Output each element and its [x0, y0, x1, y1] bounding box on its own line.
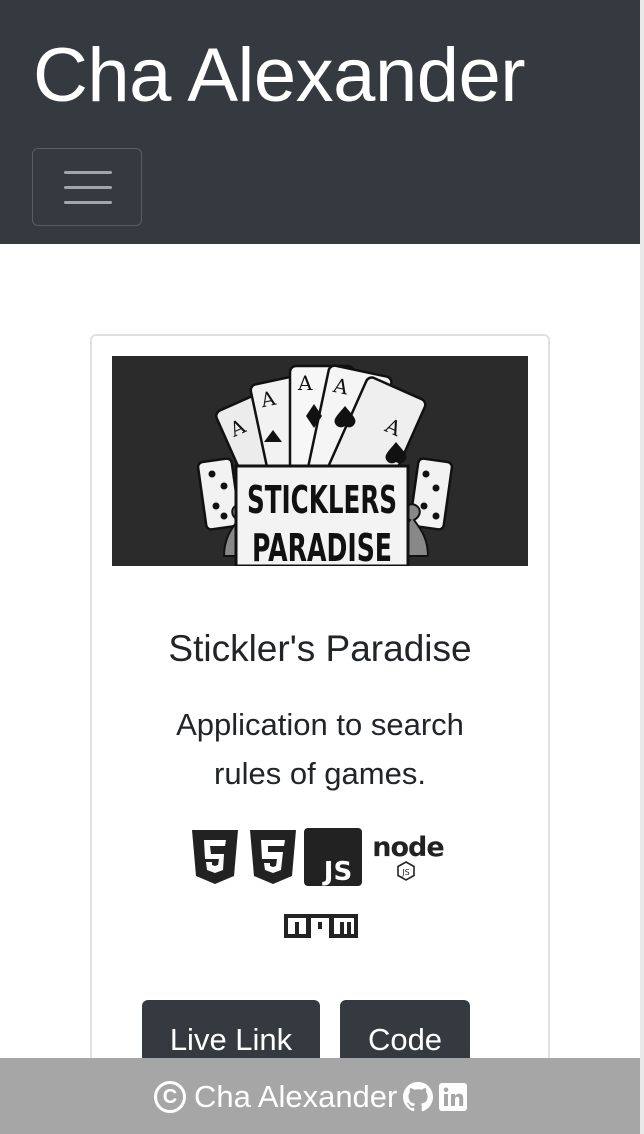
javascript-icon: JS	[304, 828, 362, 886]
svg-text:node: node	[372, 832, 443, 863]
navbar: Cha Alexander	[0, 0, 640, 244]
page: Cha Alexander A A A A A STICKLERS PARADI…	[0, 0, 644, 1134]
footer-content: C Cha Alexander	[154, 1078, 468, 1116]
logo-text-paradise: PARADISE	[252, 526, 392, 566]
svg-text:JS: JS	[401, 868, 409, 877]
navbar-toggler-button[interactable]	[32, 148, 142, 226]
linkedin-icon[interactable]	[439, 1083, 468, 1111]
navbar-brand[interactable]: Cha Alexander	[33, 30, 526, 122]
sticklers-paradise-logo: A A A A A STICKLERS PARADISE	[112, 356, 528, 566]
project-card: A A A A A STICKLERS PARADISE Stickler's …	[90, 334, 550, 1094]
github-icon[interactable]	[403, 1082, 434, 1112]
project-description: Application to search rules of games.	[176, 707, 464, 791]
nodejs-icon: node JS	[372, 832, 445, 881]
footer: C Cha Alexander	[0, 1058, 640, 1134]
tech-stack-icons: JS node JS	[92, 826, 548, 956]
html5-icon	[192, 830, 238, 884]
css3-icon	[250, 830, 296, 884]
footer-name: Cha Alexander	[194, 1079, 398, 1114]
scrollbar-track[interactable]	[640, 0, 644, 1134]
copyright-icon: C	[154, 1081, 186, 1113]
svg-text:A: A	[297, 371, 313, 395]
project-title: Stickler's Paradise	[168, 628, 472, 669]
project-image: A A A A A STICKLERS PARADISE	[112, 356, 528, 566]
logo-text-sticklers: STICKLERS	[247, 478, 397, 522]
svg-text:JS: JS	[322, 857, 352, 886]
npm-icon	[284, 914, 358, 938]
